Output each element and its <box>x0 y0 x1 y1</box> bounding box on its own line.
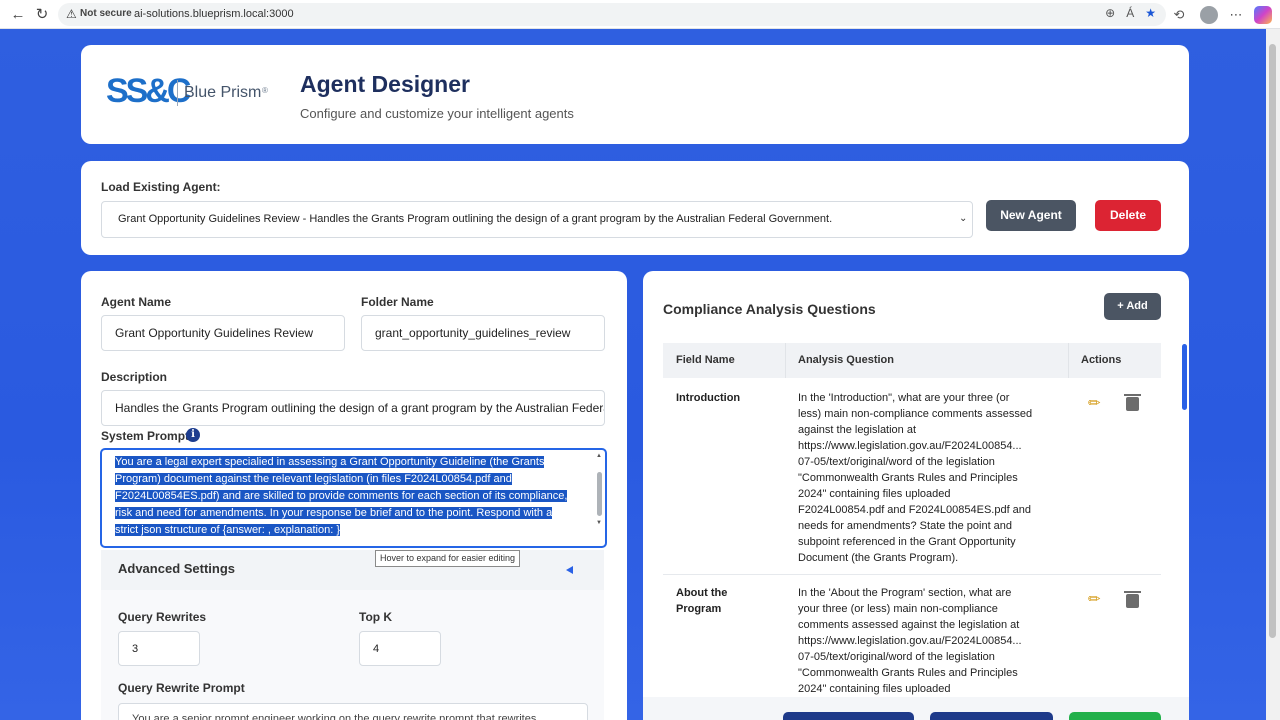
query-rewrite-prompt-label: Query Rewrite Prompt <box>118 681 245 695</box>
table-row-question: In the 'About the Program' section, what… <box>798 587 1022 695</box>
logo-brand: Blue Prism <box>184 84 262 101</box>
profile-avatar[interactable] <box>1200 6 1218 24</box>
system-prompt-label: System Prompt <box>101 429 190 443</box>
edit-pencil-icon[interactable]: ✏ <box>1088 590 1101 608</box>
column-divider <box>1068 343 1069 378</box>
extensions-icon[interactable]: ⟲ <box>1170 6 1188 24</box>
column-divider <box>785 343 786 378</box>
column-header-analysis-question: Analysis Question <box>798 354 894 366</box>
row-divider <box>663 574 1161 575</box>
table-row-question: In the 'Introduction", what are your thr… <box>798 392 1033 564</box>
top-k-label: Top K <box>359 610 393 624</box>
collapse-arrow-icon[interactable] <box>566 566 573 574</box>
folder-name-input[interactable]: grant_opportunity_guidelines_review <box>361 315 605 351</box>
tooltip: Hover to expand for easier editing <box>375 550 520 567</box>
textarea-scrollbar-thumb[interactable] <box>597 472 602 516</box>
system-prompt-textarea[interactable]: You are a legal expert specialied in ass… <box>100 448 607 548</box>
trash-icon[interactable] <box>1124 394 1141 411</box>
page-title: Agent Designer <box>300 71 470 97</box>
address-bar[interactable]: ⚠ Not secure ai-solutions.blueprism.loca… <box>58 3 1166 26</box>
back-icon[interactable]: ← <box>8 5 28 25</box>
url-text: ai-solutions.blueprism.local:3000 <box>134 8 294 20</box>
more-menu-icon[interactable]: ⋯ <box>1227 6 1245 24</box>
new-agent-button[interactable]: New Agent <box>986 200 1076 231</box>
chevron-down-icon: ⌄ <box>959 213 968 224</box>
column-header-actions: Actions <box>1081 354 1122 366</box>
browser-toolbar: ← ↻ ⚠ Not secure ai-solutions.blueprism.… <box>0 0 1280 29</box>
system-prompt-line: Program) document against the relevant l… <box>115 473 512 485</box>
action-button[interactable] <box>1069 712 1161 720</box>
add-question-button[interactable]: + Add <box>1104 293 1161 320</box>
agent-select[interactable]: Grant Opportunity Guidelines Review - Ha… <box>101 201 973 238</box>
agent-select-value: Grant Opportunity Guidelines Review - Ha… <box>118 213 833 225</box>
edit-pencil-icon[interactable]: ✏ <box>1088 394 1101 412</box>
description-input[interactable]: Handles the Grants Program outlining the… <box>101 390 605 426</box>
load-agent-label: Load Existing Agent: <box>101 180 221 194</box>
table-row-field: About the Program <box>676 587 728 615</box>
address-bar-icons: ⊕Á★ <box>1105 6 1156 20</box>
agent-name-label: Agent Name <box>101 295 172 309</box>
folder-name-label: Folder Name <box>361 295 434 309</box>
action-button[interactable] <box>930 712 1053 720</box>
query-rewrite-prompt-input[interactable]: You are a senior prompt engineer working… <box>118 703 588 720</box>
system-prompt-line: strict json structure of {answer: , expl… <box>115 524 341 536</box>
advanced-settings-title: Advanced Settings <box>118 561 236 576</box>
description-label: Description <box>101 370 168 384</box>
column-header-field-name: Field Name <box>676 354 735 366</box>
delete-agent-button[interactable]: Delete <box>1095 200 1161 231</box>
page-scrollbar-thumb[interactable] <box>1269 44 1276 638</box>
page-subtitle: Configure and customize your intelligent… <box>300 106 574 121</box>
warning-icon: ⚠ <box>66 7 77 21</box>
system-prompt-text: You are a legal expert specialied in ass… <box>115 454 585 539</box>
reload-icon[interactable]: ↻ <box>32 5 52 25</box>
logo-trademark: ® <box>262 86 268 95</box>
query-rewrites-label: Query Rewrites <box>118 610 207 624</box>
top-k-input[interactable]: 4 <box>359 631 441 666</box>
system-prompt-line: F2024L00854ES.pdf) and are skilled to pr… <box>115 490 568 502</box>
system-prompt-line: You are a legal expert specialied in ass… <box>115 456 545 468</box>
trash-icon[interactable] <box>1124 591 1141 608</box>
table-scrollbar-thumb[interactable] <box>1182 344 1187 410</box>
system-prompt-line: risk and need for amendments. In your re… <box>115 507 553 519</box>
info-icon[interactable]: i <box>186 428 200 442</box>
scroll-up-icon[interactable]: ▲ <box>596 453 602 459</box>
logo-divider <box>177 80 178 106</box>
table-row-field: Introduction <box>676 392 741 404</box>
favorite-star-icon: ★ <box>1145 6 1156 20</box>
agent-name-input[interactable]: Grant Opportunity Guidelines Review <box>101 315 345 351</box>
query-rewrites-input[interactable]: 3 <box>118 631 200 666</box>
scroll-down-icon[interactable]: ▼ <box>596 520 602 526</box>
action-button[interactable] <box>783 712 914 720</box>
copilot-icon[interactable] <box>1254 6 1272 24</box>
compliance-title: Compliance Analysis Questions <box>663 301 876 317</box>
not-secure-label: Not secure <box>80 8 132 19</box>
